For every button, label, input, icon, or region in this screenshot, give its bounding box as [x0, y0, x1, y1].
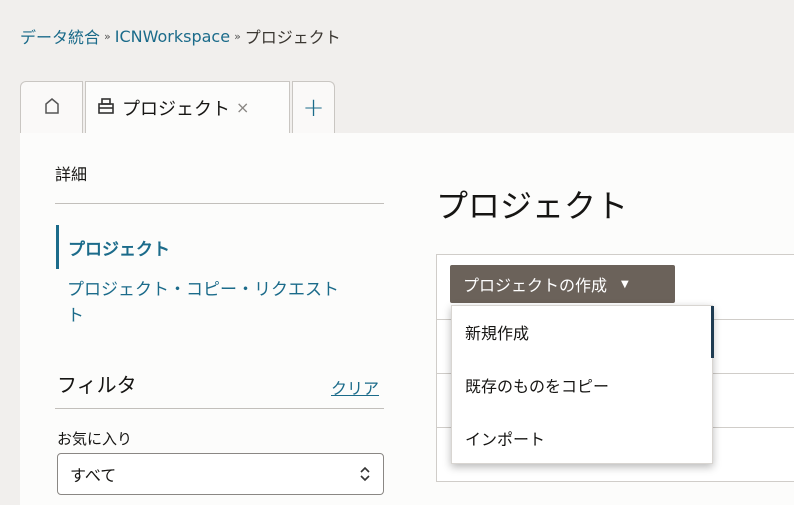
sidebar-item-project-copy-requests[interactable]: プロジェクト・コピー・リクエスト ト: [67, 277, 367, 329]
create-project-button-label: プロジェクトの作成: [463, 276, 608, 295]
home-icon: [43, 97, 61, 119]
breadcrumb-current: プロジェクト: [244, 28, 341, 47]
menu-item-copy-existing[interactable]: 既存のものをコピー: [452, 359, 714, 411]
add-tab-button[interactable]: +: [292, 81, 335, 133]
tab-project[interactable]: プロジェクト ×: [85, 81, 290, 133]
menu-item-import[interactable]: インポート: [452, 412, 714, 464]
plus-icon: +: [302, 92, 325, 123]
create-project-button[interactable]: プロジェクトの作成 ▼: [450, 265, 675, 303]
create-project-menu: 新規作成 既存のものをコピー インポート: [451, 305, 714, 464]
divider: [55, 408, 384, 409]
breadcrumb-separator: »: [104, 29, 111, 43]
breadcrumb-separator: »: [234, 29, 241, 43]
main-panel: 詳細 プロジェクト プロジェクト・コピー・リクエスト ト フィルタ クリア お気…: [20, 133, 794, 505]
caret-down-icon: ▼: [621, 278, 629, 290]
sidebar-title: 詳細: [55, 165, 88, 184]
menu-item-new[interactable]: 新規作成: [452, 306, 714, 358]
favorites-select[interactable]: すべて: [57, 453, 384, 495]
tab-project-label: プロジェクト: [122, 98, 230, 120]
project-icon: [96, 97, 116, 119]
sidebar-item-projects[interactable]: プロジェクト: [56, 225, 356, 269]
breadcrumb-link-data-integration[interactable]: データ統合: [20, 24, 100, 48]
favorites-select-value: すべて: [70, 466, 117, 485]
breadcrumb-link-workspace[interactable]: ICNWorkspace: [115, 27, 230, 46]
filter-title: フィルタ: [57, 373, 137, 397]
filter-clear-link[interactable]: クリア: [331, 375, 379, 399]
breadcrumb: データ統合 » ICNWorkspace » プロジェクト: [20, 24, 341, 48]
divider: [55, 203, 384, 204]
sidebar-item-label: プロジェクト・コピー・リクエスト: [67, 280, 339, 300]
sidebar-item-label-continued: ト: [67, 306, 84, 326]
tab-home[interactable]: [20, 81, 83, 133]
close-icon[interactable]: ×: [236, 98, 249, 117]
favorites-label: お気に入り: [57, 430, 133, 448]
page-title: プロジェクト: [436, 187, 629, 225]
sidebar-item-label: プロジェクト: [68, 239, 170, 260]
chevron-up-down-icon: [359, 465, 371, 484]
